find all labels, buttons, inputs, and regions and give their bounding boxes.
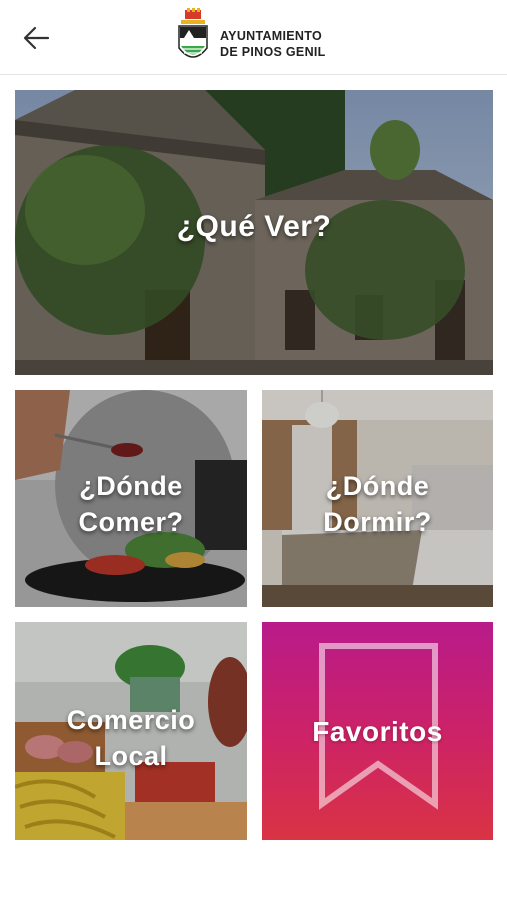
tile-donde-dormir-label: ¿Dónde Dormir? bbox=[262, 468, 493, 540]
tile-donde-comer-label: ¿Dónde Comer? bbox=[15, 468, 247, 540]
tile-comercio-local[interactable]: Comercio Local bbox=[15, 622, 247, 840]
organization-name-line1: AYUNTAMIENTO bbox=[220, 29, 322, 43]
organization-name-line2: DE PINOS GENIL bbox=[220, 45, 326, 59]
back-button[interactable] bbox=[18, 20, 58, 56]
arrow-left-icon bbox=[23, 26, 50, 50]
tile-que-ver[interactable]: ¿Qué Ver? bbox=[15, 90, 493, 375]
tile-donde-dormir-label-line1: ¿Dónde bbox=[325, 471, 430, 501]
tile-comercio-local-label-line2: Local bbox=[94, 741, 168, 771]
tile-donde-dormir[interactable]: ¿Dónde Dormir? bbox=[262, 390, 493, 607]
tile-comercio-local-label: Comercio Local bbox=[15, 702, 247, 774]
tile-donde-comer[interactable]: ¿Dónde Comer? bbox=[15, 390, 247, 607]
tile-donde-comer-label-line2: Comer? bbox=[78, 507, 184, 537]
tile-donde-comer-label-line1: ¿Dónde bbox=[79, 471, 183, 501]
tile-que-ver-label: ¿Qué Ver? bbox=[176, 210, 332, 243]
organization-name: AYUNTAMIENTO DE PINOS GENIL bbox=[220, 28, 326, 60]
tile-donde-dormir-label-line2: Dormir? bbox=[323, 507, 432, 537]
app-header: AYUNTAMIENTO DE PINOS GENIL bbox=[0, 0, 507, 75]
town-coat-of-arms-icon bbox=[178, 8, 208, 58]
tile-favoritos[interactable]: Favoritos bbox=[262, 622, 493, 840]
tile-comercio-local-label-line1: Comercio bbox=[66, 705, 196, 735]
tile-favoritos-label: Favoritos bbox=[312, 716, 443, 747]
